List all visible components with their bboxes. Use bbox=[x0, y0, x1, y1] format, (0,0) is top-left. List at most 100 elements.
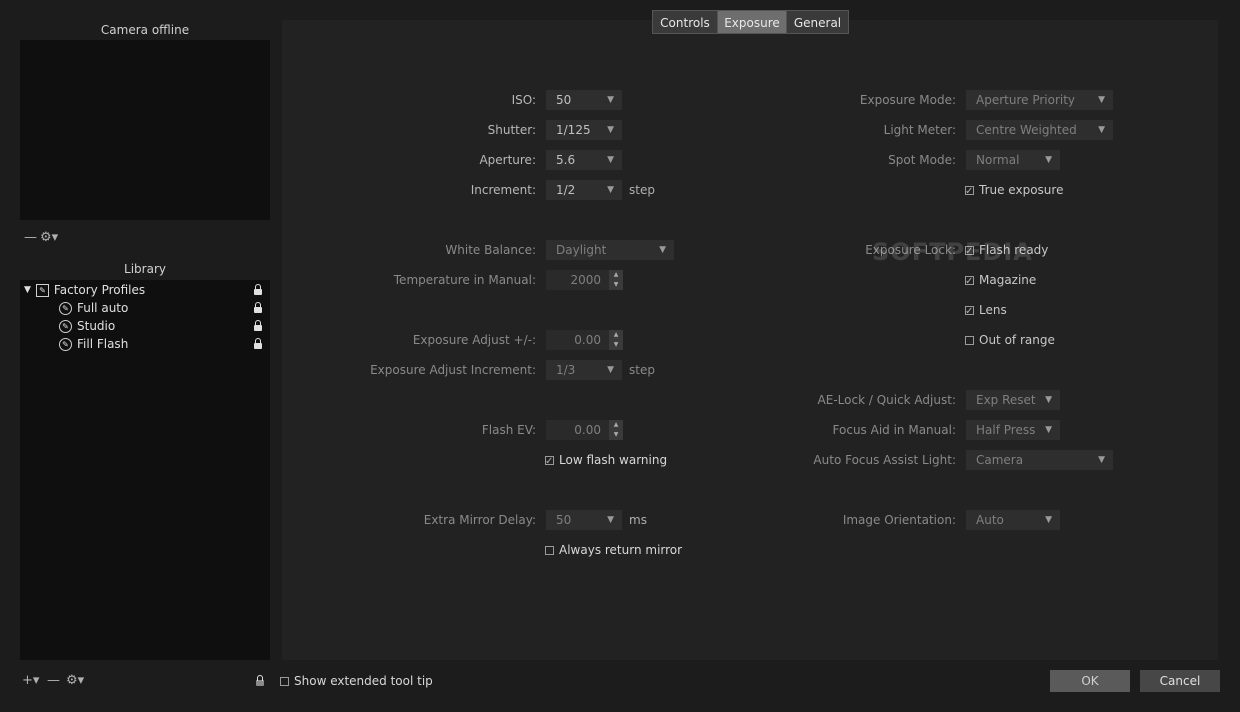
chevron-down-icon: ▼ bbox=[607, 95, 614, 105]
expand-arrow-icon[interactable]: ▼ bbox=[24, 285, 31, 295]
chevron-down-icon: ▼ bbox=[1045, 425, 1052, 435]
out-of-range-checkbox[interactable]: Out of range bbox=[965, 330, 1055, 350]
checkbox-box[interactable] bbox=[965, 182, 974, 202]
temperature-label: Temperature in Manual: bbox=[393, 273, 536, 287]
tree-item-full-auto[interactable]: ✎ Full auto bbox=[59, 299, 128, 317]
low-flash-warning-label: Low flash warning bbox=[559, 453, 668, 467]
exposure-adjust-spinbox[interactable]: 0.00 ▲ ▼ bbox=[546, 330, 623, 350]
flash-ev-label: Flash EV: bbox=[481, 423, 536, 437]
camera-preview bbox=[20, 40, 270, 220]
tree-item-factory-profiles[interactable]: ▼ ✎ Factory Profiles bbox=[24, 281, 145, 299]
spin-arrows-icon[interactable]: ▲ ▼ bbox=[609, 270, 623, 290]
iso-select[interactable]: 50 ▼ bbox=[546, 90, 622, 110]
checkbox-box[interactable] bbox=[965, 335, 974, 345]
tree-item-fill-flash[interactable]: ✎ Fill Flash bbox=[59, 335, 128, 353]
true-exposure-checkbox[interactable]: True exposure bbox=[965, 180, 1064, 202]
checkbox-box[interactable] bbox=[545, 452, 554, 472]
tree-item-studio[interactable]: ✎ Studio bbox=[59, 317, 115, 335]
lock-icon bbox=[254, 284, 262, 295]
shutter-label: Shutter: bbox=[487, 123, 536, 137]
white-balance-select[interactable]: Daylight ▼ bbox=[546, 240, 674, 260]
lens-label: Lens bbox=[979, 303, 1007, 317]
profile-folder-icon: ✎ bbox=[35, 283, 49, 297]
lock-icon bbox=[254, 320, 262, 331]
light-meter-select[interactable]: Centre Weighted ▼ bbox=[966, 120, 1113, 140]
iso-label: ISO: bbox=[511, 93, 536, 107]
checkbox-box[interactable] bbox=[545, 545, 554, 555]
exposure-adjust-increment-label: Exposure Adjust Increment: bbox=[370, 363, 536, 377]
tree-item-label: Full auto bbox=[77, 301, 129, 315]
spin-arrows-icon[interactable]: ▲ ▼ bbox=[609, 330, 623, 350]
lock-icon bbox=[254, 302, 262, 313]
flash-ev-spinbox[interactable]: 0.00 ▲ ▼ bbox=[546, 420, 623, 440]
always-return-mirror-label: Always return mirror bbox=[559, 543, 683, 557]
out-of-range-label: Out of range bbox=[979, 333, 1055, 347]
chevron-down-icon: ▼ bbox=[1098, 95, 1105, 105]
light-meter-label: Light Meter: bbox=[883, 123, 956, 137]
chevron-down-icon: ▼ bbox=[1045, 395, 1052, 405]
add-menu-icon[interactable]: +▾ bbox=[22, 673, 39, 689]
ae-lock-select[interactable]: Exp Reset ▼ bbox=[966, 390, 1060, 410]
true-exposure-label: True exposure bbox=[979, 183, 1064, 197]
extra-mirror-delay-select[interactable]: 50 ▼ bbox=[546, 510, 622, 530]
chevron-down-icon: ▼ bbox=[1098, 125, 1105, 135]
lock-icon[interactable] bbox=[256, 675, 264, 686]
extra-mirror-delay-label: Extra Mirror Delay: bbox=[423, 513, 536, 527]
increment-select[interactable]: 1/2 ▼ bbox=[546, 180, 622, 200]
focus-aid-label: Focus Aid in Manual: bbox=[832, 423, 956, 437]
lock-icon bbox=[254, 338, 262, 349]
increment-label: Increment: bbox=[470, 183, 536, 197]
exposure-adjust-increment-unit: step bbox=[629, 363, 655, 377]
watermark: SOFTPEDIA bbox=[872, 238, 1033, 266]
gear-menu-icon[interactable]: ⚙▾ bbox=[66, 673, 84, 689]
spin-arrows-icon[interactable]: ▲ ▼ bbox=[609, 420, 623, 440]
ae-lock-label: AE-Lock / Quick Adjust: bbox=[817, 393, 956, 407]
image-orientation-select[interactable]: Auto ▼ bbox=[966, 510, 1060, 530]
white-balance-label: White Balance: bbox=[445, 243, 536, 257]
checkbox-box[interactable] bbox=[280, 676, 289, 686]
exposure-mode-select[interactable]: Aperture Priority ▼ bbox=[966, 90, 1113, 110]
ok-button[interactable]: OK bbox=[1050, 670, 1130, 692]
focus-aid-select[interactable]: Half Press ▼ bbox=[966, 420, 1060, 440]
profile-icon: ✎ bbox=[59, 319, 72, 333]
profile-icon: ✎ bbox=[59, 301, 72, 315]
temperature-spinbox[interactable]: 2000 ▲ ▼ bbox=[546, 270, 623, 290]
chevron-down-icon: ▼ bbox=[659, 245, 666, 255]
tree-item-label: Factory Profiles bbox=[53, 283, 146, 297]
low-flash-warning-checkbox[interactable]: Low flash warning bbox=[545, 450, 668, 472]
remove-icon[interactable]: — bbox=[24, 230, 37, 246]
chevron-down-icon: ▼ bbox=[1045, 155, 1052, 165]
tab-exposure[interactable]: Exposure bbox=[717, 10, 787, 34]
show-tooltip-checkbox[interactable]: Show extended tool tip bbox=[280, 671, 433, 691]
exposure-adjust-increment-select[interactable]: 1/3 ▼ bbox=[546, 360, 622, 380]
aperture-label: Aperture: bbox=[479, 153, 536, 167]
tree-item-label: Fill Flash bbox=[77, 337, 129, 351]
spot-mode-select[interactable]: Normal ▼ bbox=[966, 150, 1060, 170]
magazine-checkbox[interactable]: Magazine bbox=[965, 270, 1037, 292]
image-orientation-label: Image Orientation: bbox=[842, 513, 956, 527]
increment-unit: step bbox=[629, 183, 655, 197]
lens-checkbox[interactable]: Lens bbox=[965, 300, 1007, 322]
chevron-down-icon: ▼ bbox=[607, 515, 614, 525]
shutter-select[interactable]: 1/125 ▼ bbox=[546, 120, 622, 140]
magazine-label: Magazine bbox=[979, 273, 1037, 287]
exposure-adjust-label: Exposure Adjust +/-: bbox=[412, 333, 536, 347]
chevron-down-icon: ▼ bbox=[1045, 515, 1052, 525]
gear-menu-icon[interactable]: ⚙▾ bbox=[40, 230, 58, 246]
always-return-mirror-checkbox[interactable]: Always return mirror bbox=[545, 540, 682, 560]
tree-item-label: Studio bbox=[77, 319, 116, 333]
chevron-down-icon: ▼ bbox=[607, 125, 614, 135]
chevron-down-icon: ▼ bbox=[607, 155, 614, 165]
af-assist-select[interactable]: Camera ▼ bbox=[966, 450, 1113, 470]
chevron-down-icon: ▼ bbox=[1098, 455, 1105, 465]
remove-icon[interactable]: — bbox=[47, 673, 60, 689]
aperture-select[interactable]: 5.6 ▼ bbox=[546, 150, 622, 170]
chevron-down-icon: ▼ bbox=[607, 185, 614, 195]
cancel-button[interactable]: Cancel bbox=[1140, 670, 1220, 692]
library-panel bbox=[20, 280, 270, 660]
checkbox-box[interactable] bbox=[965, 272, 974, 292]
tab-general[interactable]: General bbox=[786, 10, 849, 34]
extra-mirror-delay-unit: ms bbox=[629, 513, 647, 527]
tab-controls[interactable]: Controls bbox=[652, 10, 718, 34]
checkbox-box[interactable] bbox=[965, 302, 974, 322]
